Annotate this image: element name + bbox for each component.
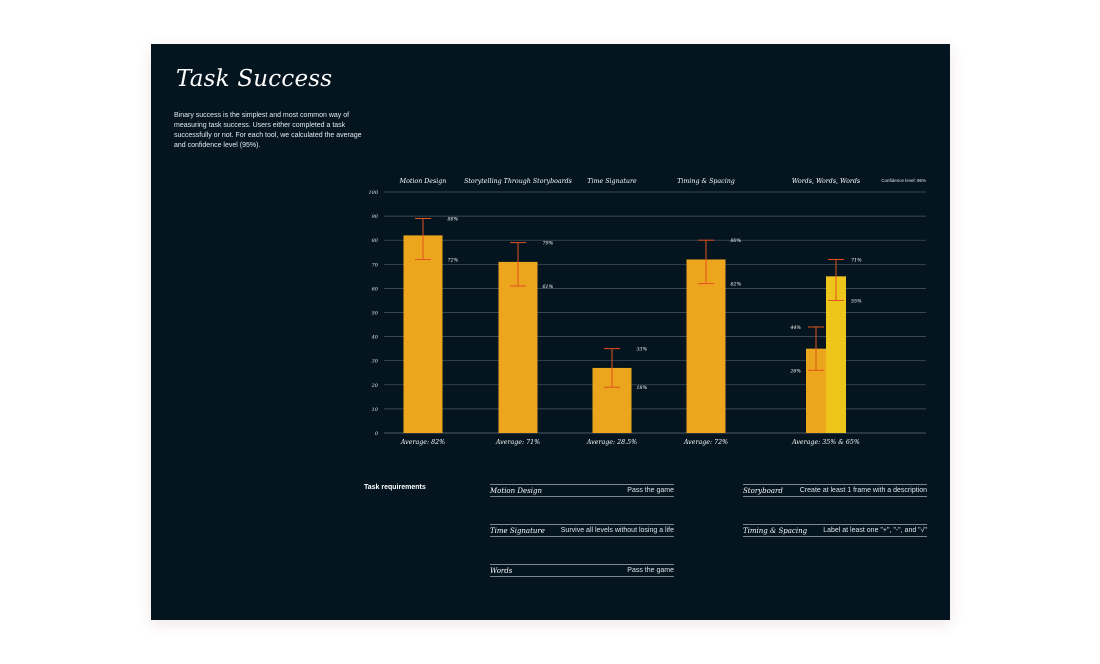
requirement-tool: Timing & Spacing bbox=[743, 526, 808, 535]
lower-bound-label: 26% bbox=[789, 368, 801, 374]
requirement-description: Pass the game bbox=[627, 567, 674, 574]
y-tick-label: 60 bbox=[372, 286, 379, 292]
requirement-tool: Time Signature bbox=[490, 526, 545, 535]
average-label: Average: 35% & 65% bbox=[791, 439, 860, 446]
category-header: Timing & Spacing bbox=[677, 178, 735, 185]
bar bbox=[686, 259, 726, 433]
requirement-row-storyboard: Storyboard Create at least 1 frame with … bbox=[743, 484, 927, 497]
lower-bound-label: 72% bbox=[448, 257, 459, 263]
requirement-row-time-signature: Time Signature Survive all levels withou… bbox=[490, 524, 674, 537]
lower-bound-label: 62% bbox=[731, 282, 742, 288]
requirement-tool: Storyboard bbox=[743, 486, 783, 495]
y-tick-label: 70 bbox=[372, 262, 379, 268]
lower-bound-label: 55% bbox=[851, 298, 862, 304]
upper-bound-label: 88% bbox=[448, 217, 459, 223]
requirement-description: Create at least 1 frame with a descripti… bbox=[799, 487, 927, 494]
upper-bound-label: 71% bbox=[851, 257, 862, 263]
bar bbox=[498, 261, 538, 433]
average-label: Average: 28.5% bbox=[586, 439, 637, 446]
lower-bound-label: 61% bbox=[543, 284, 554, 290]
requirement-description: Pass the game bbox=[627, 487, 674, 494]
confidence-level-label: Confidence level: 95% bbox=[881, 178, 926, 183]
y-tick-label: 80 bbox=[372, 238, 379, 244]
requirement-row-timing-spacing: Timing & Spacing Label at least one "+",… bbox=[743, 524, 927, 537]
task-success-chart: 0 10 20 30 40 50 60 70 80 90 100 Confidence level: … bbox=[368, 178, 926, 446]
upper-bound-label: 79% bbox=[543, 241, 554, 247]
task-success-panel: Task Success Binary success is the simpl… bbox=[151, 44, 950, 620]
upper-bound-label: 33% bbox=[637, 347, 648, 353]
requirement-row-motion-design: Motion Design Pass the game bbox=[490, 484, 674, 497]
requirements-heading: Task requirements bbox=[364, 484, 426, 491]
category-header: Storytelling Through Storyboards bbox=[464, 178, 573, 185]
y-tick-label: 50 bbox=[372, 311, 379, 317]
average-label: Average: 71% bbox=[495, 439, 540, 446]
requirement-row-words: Words Pass the game bbox=[490, 564, 674, 577]
category-header: Motion Design bbox=[399, 178, 447, 185]
upper-bound-label: 80% bbox=[731, 238, 742, 244]
y-tick-label: 90 bbox=[372, 214, 379, 220]
requirement-tool: Words bbox=[490, 566, 513, 575]
bar bbox=[403, 235, 443, 433]
category-header: Words, Words, Words bbox=[792, 178, 861, 185]
lower-bound-label: 18% bbox=[637, 385, 648, 391]
average-label: Average: 72% bbox=[683, 439, 728, 446]
y-tick-label: 20 bbox=[371, 383, 379, 389]
y-tick-label: 30 bbox=[372, 359, 379, 365]
average-label: Average: 82% bbox=[400, 439, 445, 446]
y-tick-label: 40 bbox=[371, 335, 379, 341]
requirement-description: Label at least one "+", "-", and "√" bbox=[823, 527, 927, 534]
y-tick-label: 10 bbox=[372, 407, 379, 413]
y-tick-label: 100 bbox=[368, 190, 378, 196]
y-tick-label: 0 bbox=[375, 431, 379, 437]
category-header: Time Signature bbox=[587, 178, 637, 185]
requirement-description: Survive all levels without losing a life bbox=[560, 527, 674, 534]
requirement-tool: Motion Design bbox=[490, 486, 542, 495]
upper-bound-label: 44% bbox=[789, 325, 801, 331]
